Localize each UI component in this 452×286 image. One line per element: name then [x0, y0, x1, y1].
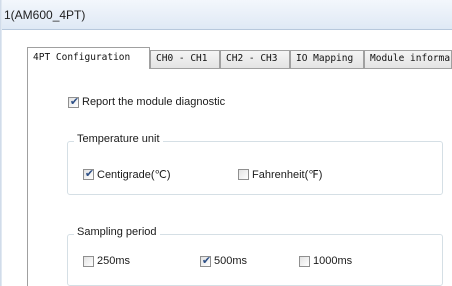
tab-label: IO Mapping [296, 53, 354, 64]
centigrade-checkbox[interactable]: ✔ [83, 167, 95, 180]
fahrenheit-checkbox[interactable] [238, 169, 249, 180]
centigrade-label: Centigrade(℃) [97, 169, 171, 181]
sampling-period-title: Sampling period [74, 226, 160, 238]
tab-module-information[interactable]: Module informa [364, 50, 452, 68]
tab-ch0-ch1[interactable]: CH0 - CH1 [150, 50, 220, 68]
tab-label: CH2 - CH3 [226, 53, 278, 64]
temperature-unit-title: Temperature unit [74, 133, 163, 145]
sampling-250ms-label: 250ms [97, 255, 131, 267]
tab-strip: 4PT Configuration CH0 - CH1 CH2 - CH3 IO… [27, 47, 452, 69]
check-icon: ✔ [84, 167, 95, 180]
module-config-window: 1(AM600_4PT) 4PT Configuration CH0 - CH1… [0, 0, 452, 286]
check-icon: ✔ [69, 95, 80, 108]
sampling-250ms-checkbox[interactable] [83, 256, 94, 267]
tab-4pt-configuration[interactable]: 4PT Configuration [27, 47, 150, 69]
tab-label: CH0 - CH1 [156, 53, 208, 64]
window-left-edge [0, 0, 2, 286]
tab-label: 4PT Configuration [33, 52, 131, 63]
report-diagnostic-checkbox[interactable]: ✔ [68, 95, 80, 108]
sampling-500ms-checkbox[interactable]: ✔ [200, 254, 212, 267]
report-diagnostic-label: Report the module diagnostic [82, 96, 226, 108]
tab-label: Module informa [370, 53, 451, 64]
tab-ch2-ch3[interactable]: CH2 - CH3 [220, 50, 290, 68]
title-bar[interactable]: 1(AM600_4PT) [2, 0, 452, 30]
fahrenheit-label: Fahrenheit(℉) [252, 169, 323, 181]
tab-page-4pt-configuration: ✔ Report the module diagnostic Temperatu… [27, 68, 452, 286]
sampling-1000ms-label: 1000ms [313, 255, 353, 267]
tab-io-mapping[interactable]: IO Mapping [290, 50, 364, 68]
window-title: 1(AM600_4PT) [4, 8, 86, 22]
check-icon: ✔ [201, 254, 212, 267]
sampling-1000ms-checkbox[interactable] [299, 256, 310, 267]
sampling-500ms-label: 500ms [214, 255, 248, 267]
